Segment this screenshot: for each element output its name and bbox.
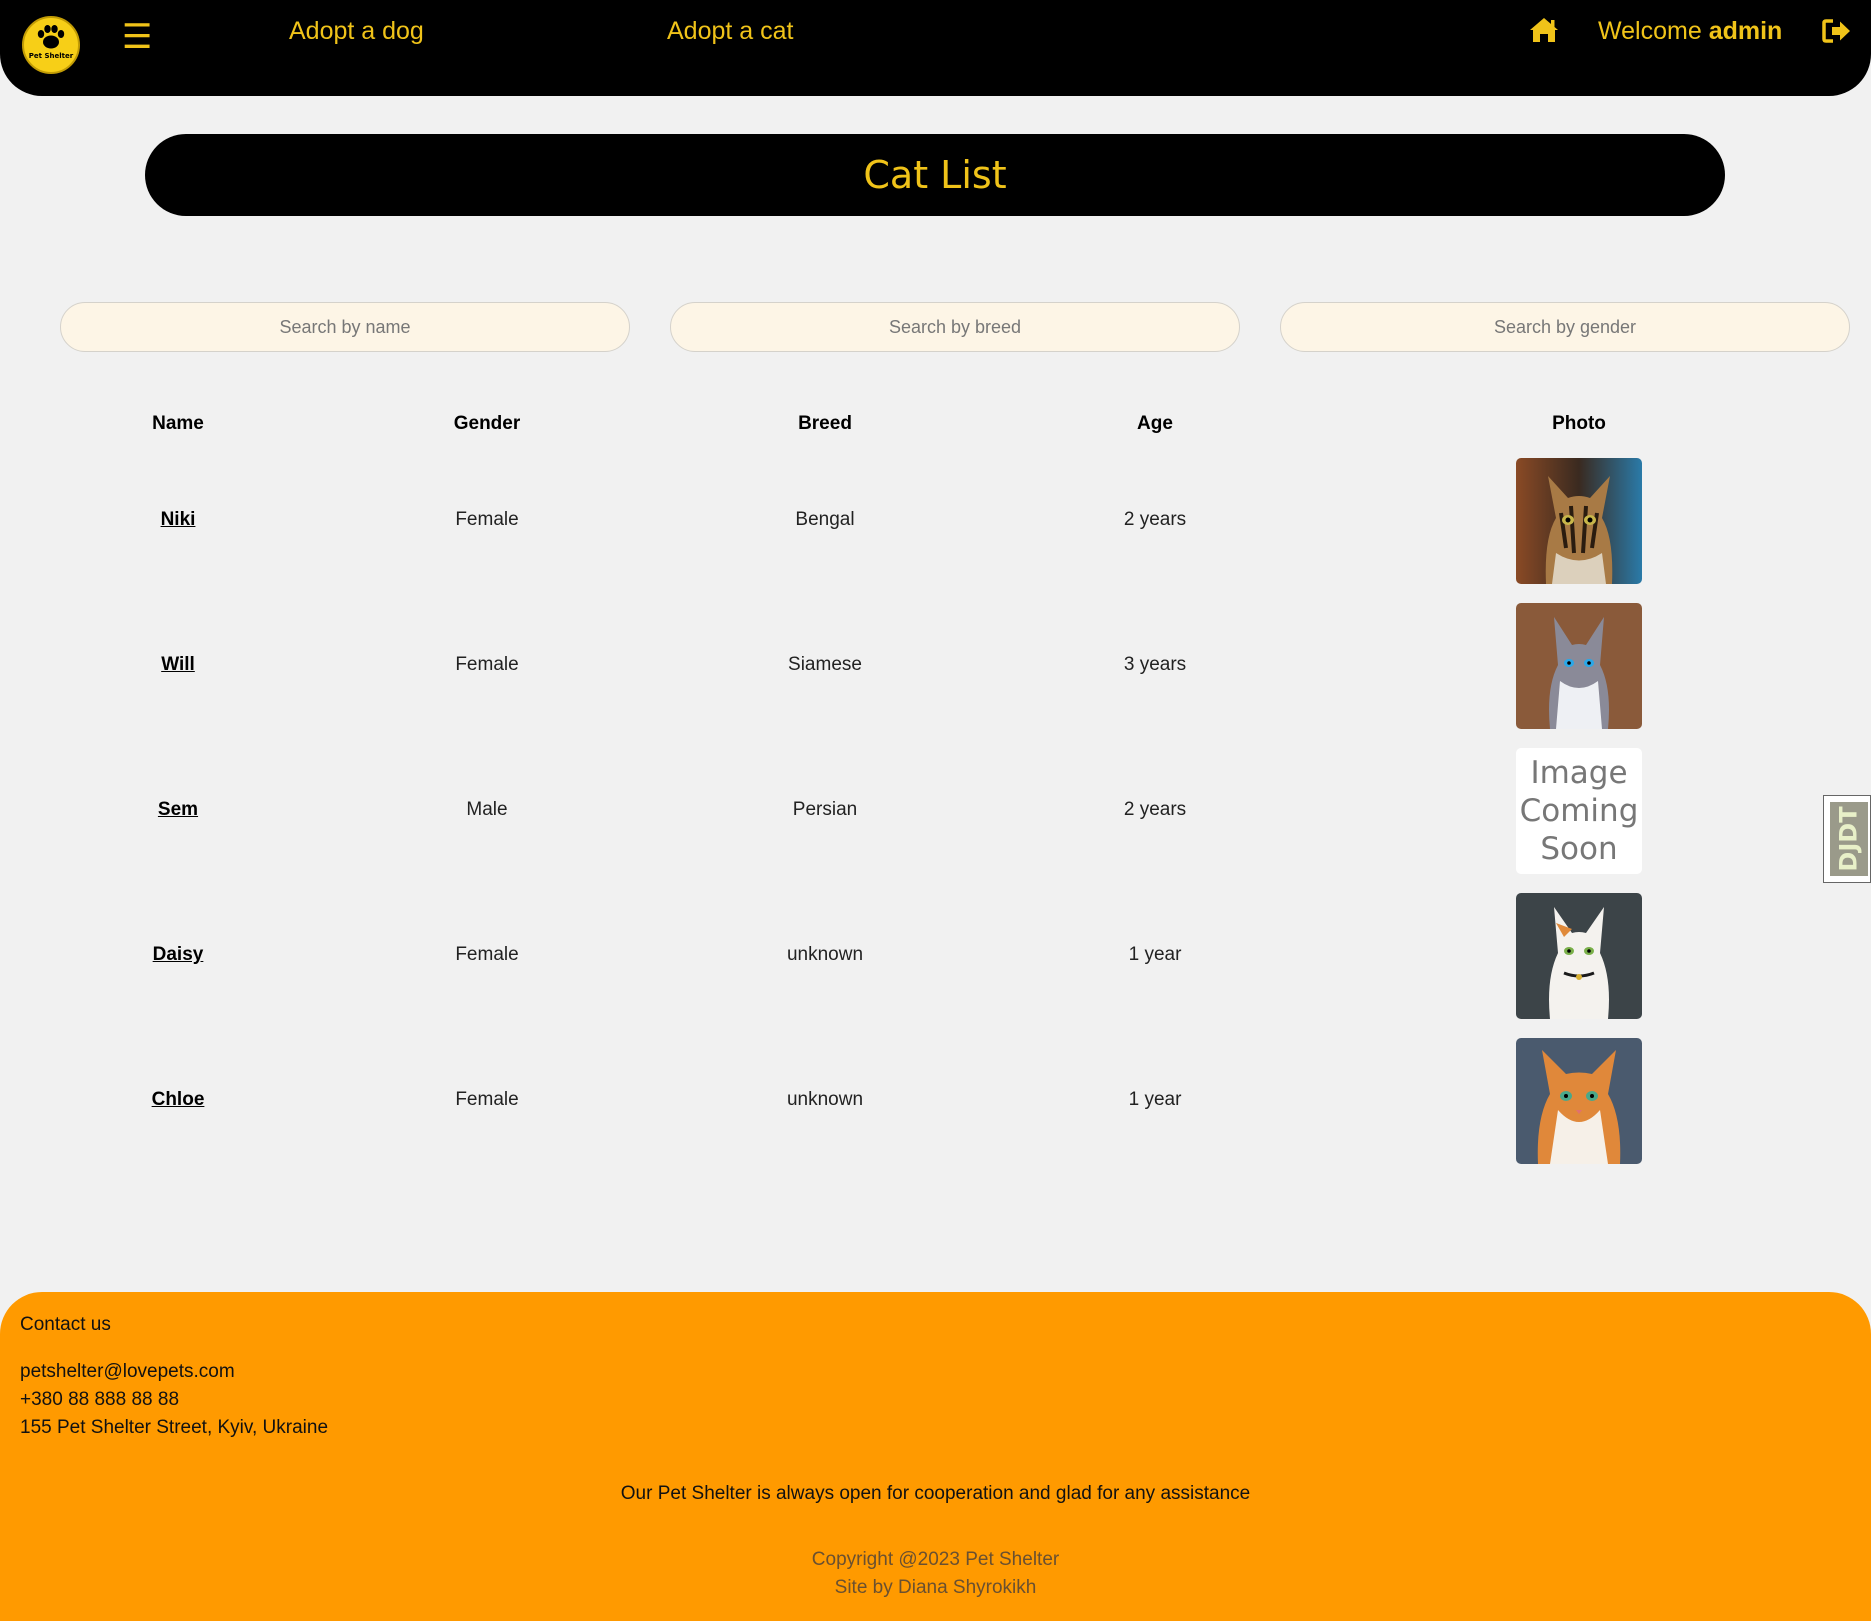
- cat-breed: unknown: [786, 1089, 864, 1110]
- paw-icon: [37, 25, 65, 49]
- debug-toolbar-label: DJDT: [1835, 806, 1863, 872]
- nav-link-adopt-dog[interactable]: Adopt a dog: [289, 17, 424, 46]
- shelter-logo[interactable]: Pet Shelter: [22, 16, 80, 74]
- column-header-age: Age: [1137, 413, 1173, 434]
- home-icon[interactable]: [1528, 16, 1560, 49]
- white-cat-photo[interactable]: [1516, 893, 1642, 1019]
- gray-blue-eyed-cat-photo[interactable]: [1516, 603, 1642, 729]
- copyright-text: Copyright @2023 Pet Shelter: [811, 1549, 1060, 1570]
- cat-breed: Bengal: [795, 509, 855, 530]
- logout-icon[interactable]: [1822, 18, 1852, 49]
- footer-tagline: Our Pet Shelter is always open for coope…: [620, 1483, 1251, 1504]
- cat-name-link[interactable]: Niki: [161, 509, 196, 531]
- welcome-message: Welcome admin: [1598, 17, 1782, 46]
- column-header-photo: Photo: [1552, 413, 1606, 434]
- cat-name-link[interactable]: Chloe: [152, 1089, 205, 1111]
- tabby-cat-photo[interactable]: [1516, 458, 1642, 584]
- cat-gender: Female: [455, 944, 519, 965]
- contact-address: 155 Pet Shelter Street, Kyiv, Ukraine: [20, 1417, 329, 1438]
- welcome-prefix: Welcome: [1598, 17, 1702, 45]
- contact-heading: Contact us: [20, 1314, 111, 1335]
- cat-gender: Male: [466, 799, 508, 820]
- cat-name-link[interactable]: Sem: [158, 799, 198, 821]
- search-by-breed-input[interactable]: [670, 302, 1240, 352]
- search-by-gender-input[interactable]: [1280, 302, 1850, 352]
- cat-gender: Female: [455, 654, 519, 675]
- logo-text: Pet Shelter: [28, 52, 74, 60]
- cat-age: 2 years: [1123, 799, 1187, 820]
- nav-link-adopt-cat[interactable]: Adopt a cat: [667, 17, 793, 46]
- orange-white-cat-photo[interactable]: [1516, 1038, 1642, 1164]
- cat-breed: unknown: [786, 944, 864, 965]
- cat-age: 1 year: [1128, 1089, 1182, 1110]
- page-footer: Contact us petshelter@lovepets.com +380 …: [0, 1292, 1871, 1621]
- cat-age: 2 years: [1123, 509, 1187, 530]
- placeholder-text-line: Image: [1530, 755, 1628, 791]
- cat-gender: Female: [455, 509, 519, 530]
- placeholder-text-line: Coming: [1519, 793, 1639, 829]
- hamburger-menu-icon[interactable]: ☰: [122, 20, 152, 54]
- column-header-breed: Breed: [798, 413, 852, 434]
- image-coming-soon-placeholder[interactable]: Image Coming Soon: [1516, 748, 1642, 874]
- placeholder-text-line: Soon: [1540, 831, 1618, 867]
- search-by-name-input[interactable]: [60, 302, 630, 352]
- page-title-bar: Cat List: [145, 134, 1725, 216]
- cat-breed: Siamese: [788, 654, 862, 675]
- top-navbar: Pet Shelter ☰ Adopt a dog Adopt a cat We…: [0, 0, 1871, 96]
- cat-name-link[interactable]: Daisy: [153, 944, 204, 966]
- cat-name-link[interactable]: Will: [161, 654, 195, 676]
- cat-age: 3 years: [1123, 654, 1187, 675]
- site-credit: Site by Diana Shyrokikh: [834, 1577, 1037, 1598]
- username: admin: [1708, 17, 1783, 45]
- column-header-name: Name: [152, 413, 204, 434]
- cat-age: 1 year: [1128, 944, 1182, 965]
- cat-gender: Female: [455, 1089, 519, 1110]
- cat-breed: Persian: [792, 799, 858, 820]
- debug-toolbar-tab[interactable]: DJDT: [1823, 795, 1871, 883]
- page-title: Cat List: [863, 153, 1007, 197]
- contact-phone: +380 88 888 88 88: [20, 1389, 180, 1410]
- contact-email: petshelter@lovepets.com: [20, 1361, 235, 1382]
- column-header-gender: Gender: [453, 413, 521, 434]
